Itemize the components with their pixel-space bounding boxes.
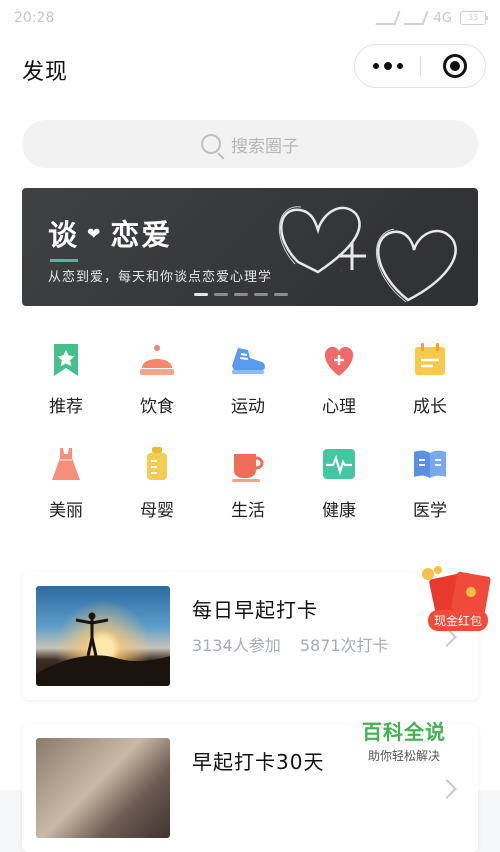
card-title: 早起打卡30天 bbox=[192, 750, 325, 774]
category-life[interactable]: 生活 bbox=[203, 444, 293, 521]
calendar-icon bbox=[415, 343, 445, 375]
watermark-sub: 助你轻松解决 bbox=[367, 749, 440, 763]
category-label: 饮食 bbox=[140, 397, 174, 417]
dress-icon bbox=[52, 448, 80, 480]
signal-icon bbox=[403, 11, 429, 25]
main-content: 搜索圈子 谈 ❤ 恋爱 从恋到爱，每天和你谈点恋爱心理学 推荐 饮食 运动 心理… bbox=[0, 102, 500, 852]
signal-icon bbox=[375, 11, 401, 25]
category-psychology[interactable]: 心理 bbox=[294, 340, 384, 417]
red-packet-label: 现金红包 bbox=[428, 610, 489, 631]
status-icons: 4G 33 bbox=[375, 10, 488, 26]
banner-underline bbox=[50, 259, 78, 262]
category-beauty[interactable]: 美丽 bbox=[21, 444, 111, 521]
miniprogram-capsule bbox=[354, 44, 486, 88]
category-label: 医学 bbox=[413, 501, 447, 521]
card-participants: 3134人参加 bbox=[192, 636, 281, 655]
status-bar: 20:28 4G 33 bbox=[0, 0, 500, 36]
category-medicine[interactable]: 医学 bbox=[385, 444, 475, 521]
chevron-right-icon bbox=[437, 779, 457, 799]
sneaker-icon bbox=[232, 348, 265, 374]
category-label: 生活 bbox=[231, 501, 265, 521]
close-miniprogram-button[interactable] bbox=[443, 54, 467, 78]
watermark: 百科全说 助你轻松解决 bbox=[362, 716, 446, 764]
category-mother-baby[interactable]: 母婴 bbox=[112, 444, 202, 521]
category-label: 美丽 bbox=[49, 501, 83, 521]
book-icon bbox=[414, 450, 446, 478]
baby-bottle-icon bbox=[147, 447, 167, 480]
card-title: 每日早起打卡 bbox=[192, 598, 318, 622]
more-dot-icon bbox=[372, 63, 379, 69]
battery-level: 33 bbox=[467, 13, 479, 22]
search-bar[interactable]: 搜索圈子 bbox=[22, 120, 478, 168]
category-food[interactable]: 饮食 bbox=[112, 340, 202, 417]
category-recommend[interactable]: 推荐 bbox=[21, 340, 111, 417]
red-envelope-icon bbox=[422, 566, 491, 615]
nav-bar: 发现 bbox=[0, 36, 500, 102]
category-label: 成长 bbox=[413, 397, 447, 417]
banner-subtitle: 从恋到爱，每天和你谈点恋爱心理学 bbox=[48, 270, 273, 285]
more-dot-icon bbox=[396, 63, 403, 69]
page-title: 发现 bbox=[22, 60, 69, 85]
capsule-divider bbox=[420, 56, 421, 76]
red-packet-button[interactable]: 现金红包 bbox=[418, 566, 500, 636]
card-thumbnail bbox=[36, 586, 170, 686]
cup-icon bbox=[232, 454, 264, 482]
banner-title-part1: 谈 bbox=[48, 218, 80, 252]
pager-dot[interactable] bbox=[254, 293, 268, 296]
more-button[interactable] bbox=[355, 45, 420, 87]
banner-title: 谈 ❤ 恋爱 bbox=[48, 212, 172, 254]
category-sports[interactable]: 运动 bbox=[203, 340, 293, 417]
category-label: 运动 bbox=[231, 397, 265, 417]
card-thumbnail bbox=[36, 738, 170, 838]
category-health[interactable]: 健康 bbox=[294, 444, 384, 521]
card-checkins: 5871次打卡 bbox=[299, 636, 389, 655]
pager-dot[interactable] bbox=[194, 293, 208, 296]
dish-cover-icon bbox=[140, 345, 174, 375]
watermark-main: 百科全说 bbox=[362, 720, 446, 744]
category-label: 母婴 bbox=[140, 501, 174, 521]
heart-plus-icon bbox=[324, 346, 354, 376]
bookmark-star-icon bbox=[54, 344, 78, 376]
search-placeholder: 搜索圈子 bbox=[231, 136, 299, 157]
pager-dot[interactable] bbox=[234, 293, 248, 296]
heart-icon: ❤ bbox=[87, 223, 103, 243]
more-dot-icon bbox=[383, 62, 392, 70]
heartbeat-icon bbox=[323, 449, 355, 479]
battery-icon: 33 bbox=[460, 11, 488, 25]
card-meta: 3134人参加 5871次打卡 bbox=[192, 632, 389, 656]
pager-dot[interactable] bbox=[274, 293, 288, 296]
status-time: 20:28 bbox=[14, 10, 55, 26]
network-type: 4G bbox=[433, 10, 452, 26]
banner[interactable]: 谈 ❤ 恋爱 从恋到爱，每天和你谈点恋爱心理学 bbox=[22, 188, 478, 306]
banner-title-part2: 恋爱 bbox=[110, 218, 173, 252]
banner-pager bbox=[194, 293, 288, 296]
category-growth[interactable]: 成长 bbox=[385, 340, 475, 417]
category-label: 推荐 bbox=[49, 397, 83, 417]
category-label: 心理 bbox=[322, 397, 356, 417]
category-label: 健康 bbox=[322, 501, 356, 521]
circle-card[interactable]: 每日早起打卡 3134人参加 5871次打卡 bbox=[22, 572, 478, 700]
search-icon bbox=[201, 134, 221, 154]
silhouette-illustration bbox=[36, 612, 170, 686]
pager-dot[interactable] bbox=[214, 293, 228, 296]
chalk-hearts-illustration bbox=[279, 206, 457, 303]
